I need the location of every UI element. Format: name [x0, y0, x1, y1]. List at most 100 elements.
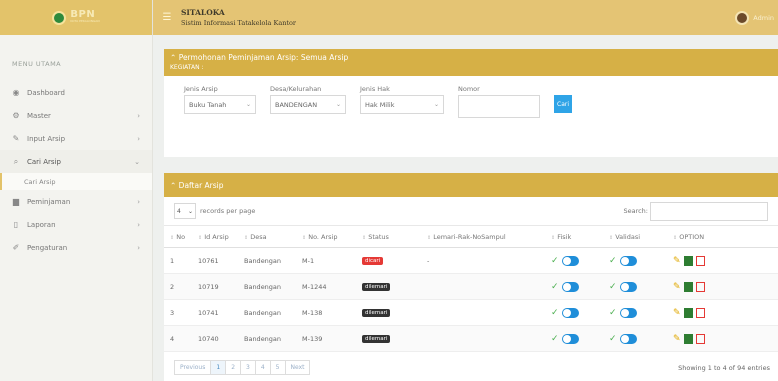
chevron-right-icon: ›: [137, 220, 140, 229]
filter-panel-header[interactable]: ⌃ Permohonan Peminjaman Arsip: Semua Ars…: [164, 49, 778, 76]
list-panel-title: Daftar Arsip: [178, 180, 224, 190]
sidebar-item-input-arsip[interactable]: ✎ Input Arsip ›: [0, 127, 152, 150]
excel-icon[interactable]: [683, 307, 693, 318]
column-header-desa[interactable]: ⇕ Desa: [238, 225, 296, 248]
cell-validasi: ✓: [603, 299, 667, 326]
status-badge: dilemari: [362, 335, 391, 343]
logo-text: BPN: [70, 8, 96, 20]
cell-no-arsip: M-1244: [296, 273, 356, 300]
edit-icon[interactable]: ✎: [673, 256, 681, 266]
column-header-option[interactable]: ⇕ OPTION: [667, 225, 778, 248]
status-badge: dilemari: [362, 283, 391, 291]
status-badge: dilemari: [362, 309, 391, 317]
cell-status: dicari: [356, 247, 421, 274]
pager-page-4[interactable]: 4: [256, 361, 271, 374]
jenis-arsip-select[interactable]: Buku Tanah ⌄: [184, 95, 256, 114]
validasi-toggle[interactable]: [619, 281, 637, 292]
sidebar-item-label: Cari Arsip: [27, 157, 61, 166]
sidebar-item-label: Dashboard: [27, 88, 65, 97]
sidebar-item-peminjaman[interactable]: ▆ Peminjaman ›: [0, 190, 152, 213]
sidebar-item-pengaturan[interactable]: ✐ Pengaturan ›: [0, 236, 152, 259]
pager-page-3[interactable]: 3: [241, 361, 256, 374]
cell-no: 1: [164, 247, 192, 274]
jenis-hak-select[interactable]: Hak Milik ⌄: [360, 95, 444, 114]
column-header-no[interactable]: ⇕ No: [164, 225, 192, 248]
validasi-toggle[interactable]: [619, 333, 637, 344]
excel-icon[interactable]: [683, 255, 693, 266]
entries-info: Showing 1 to 4 of 94 entries: [678, 363, 770, 372]
edit-icon[interactable]: ✎: [673, 282, 681, 292]
sidebar-item-dashboard[interactable]: ◉ Dashboard: [0, 81, 152, 104]
fisik-toggle[interactable]: [561, 333, 579, 344]
column-header-id-arsip[interactable]: ⇕ Id Arsip: [192, 225, 238, 248]
pdf-icon[interactable]: [695, 281, 705, 292]
chevron-right-icon: ›: [137, 243, 140, 252]
pager-next[interactable]: Next: [286, 361, 310, 374]
pager-page-1[interactable]: 1: [211, 361, 227, 374]
pager-previous[interactable]: Previous: [175, 361, 212, 374]
chevron-down-icon: ⌄: [433, 101, 439, 108]
column-header-fisik[interactable]: ⇕ Fisik: [545, 225, 603, 248]
cell-lemari: [421, 273, 545, 300]
column-header-validasi[interactable]: ⇕ Validasi: [603, 225, 667, 248]
edit-icon[interactable]: ✎: [673, 334, 681, 344]
user-menu[interactable]: Admin: [735, 10, 774, 25]
jenis-hak-label: Jenis Hak: [360, 85, 390, 93]
cell-lemari: [421, 299, 545, 326]
table-row: 2 10719 Bandengan M-1244 dilemari ✓ ✓ ✎: [164, 273, 778, 300]
table-row: 3 10741 Bandengan M-138 dilemari ✓ ✓ ✎: [164, 299, 778, 326]
chevron-right-icon: ›: [137, 197, 140, 206]
dashboard-icon: ◉: [12, 88, 20, 97]
column-header-lemari[interactable]: ⇕ Lemari-Rak-NoSampul: [421, 225, 545, 248]
pager-page-5[interactable]: 5: [271, 361, 286, 374]
fisik-toggle[interactable]: [561, 307, 579, 318]
pdf-icon[interactable]: [695, 255, 705, 266]
nomor-input[interactable]: [458, 95, 540, 118]
gear-icon: ⚙: [12, 111, 20, 120]
edit-icon[interactable]: ✎: [673, 308, 681, 318]
list-panel-header[interactable]: ⌃ Daftar Arsip: [164, 173, 778, 197]
cell-lemari: -: [421, 247, 545, 274]
jenis-arsip-label: Jenis Arsip: [184, 85, 218, 93]
pager-page-2[interactable]: 2: [226, 361, 242, 374]
check-icon: ✓: [551, 333, 559, 344]
fisik-toggle[interactable]: [561, 281, 579, 292]
cell-fisik: ✓: [545, 325, 603, 352]
search-input[interactable]: [650, 201, 768, 221]
menu-toggle-icon[interactable]: ☰: [157, 12, 177, 23]
app-subtitle: Sistim Informasi Tatakelola Kantor: [181, 18, 297, 27]
pdf-icon[interactable]: [695, 307, 705, 318]
cell-desa: Bandengan: [238, 325, 296, 352]
validasi-toggle[interactable]: [619, 255, 637, 266]
bpn-emblem-icon: [52, 10, 67, 25]
sidebar-item-label: Input Arsip: [27, 134, 66, 143]
sidebar-item-laporan[interactable]: ▯ Laporan ›: [0, 213, 152, 236]
list-panel: ⌃ Daftar Arsip 4 ⌄ records per page Sear…: [164, 173, 778, 381]
column-header-no-arsip[interactable]: ⇕ No. Arsip: [296, 225, 356, 248]
pdf-icon[interactable]: [695, 333, 705, 344]
cari-button[interactable]: Cari: [554, 95, 572, 113]
desa-select[interactable]: BANDENGAN ⌄: [270, 95, 346, 114]
logo-subtext: KOTA PEKALONGAN: [70, 18, 100, 23]
sidebar-item-master[interactable]: ⚙ Master ›: [0, 104, 152, 127]
sidebar-item-cari-arsip[interactable]: ⌕ Cari Arsip ⌄: [0, 150, 152, 173]
cell-no: 2: [164, 273, 192, 300]
chevron-down-icon: ⌄: [245, 101, 251, 108]
logo[interactable]: BPN KOTA PEKALONGAN: [0, 0, 152, 35]
wrench-icon: ✐: [12, 243, 20, 252]
sidebar-subitem-cari-arsip[interactable]: Cari Arsip: [0, 173, 152, 190]
cell-id-arsip: 10740: [192, 325, 238, 352]
cell-fisik: ✓: [545, 273, 603, 300]
column-header-status[interactable]: ⇕ Status: [356, 225, 421, 248]
fisik-toggle[interactable]: [561, 255, 579, 266]
table-row: 4 10740 Bandengan M-139 dilemari ✓ ✓ ✎: [164, 325, 778, 352]
validasi-toggle[interactable]: [619, 307, 637, 318]
cell-option: ✎: [667, 273, 778, 300]
records-per-page-select[interactable]: 4 ⌄: [174, 203, 196, 219]
excel-icon[interactable]: [683, 333, 693, 344]
cell-validasi: ✓: [603, 325, 667, 352]
cell-status: dilemari: [356, 325, 421, 352]
status-badge: dicari: [362, 257, 384, 265]
chevron-down-icon: ⌄: [335, 101, 341, 108]
excel-icon[interactable]: [683, 281, 693, 292]
